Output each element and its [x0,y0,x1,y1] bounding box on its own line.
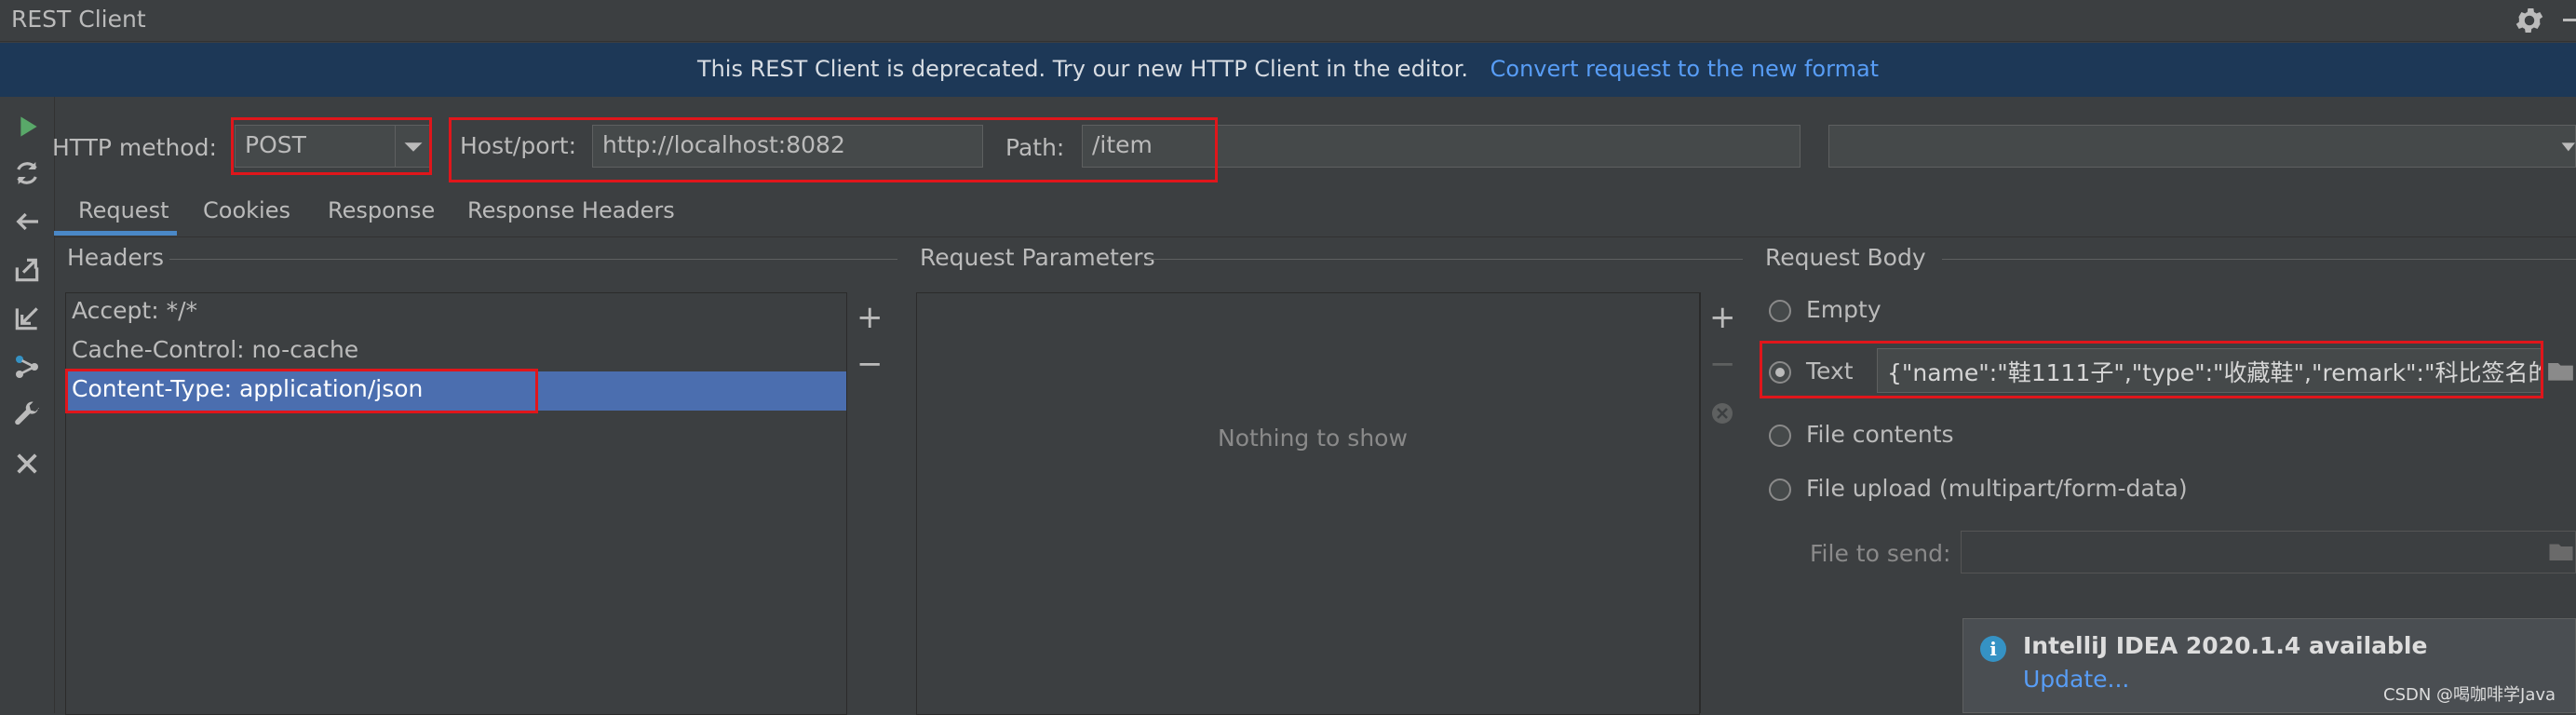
http-method-select[interactable]: POST [235,125,432,168]
folder-icon[interactable] [2547,537,2575,565]
path-label: Path: [1005,134,1065,161]
add-param-button[interactable]: + [1709,302,1736,333]
info-icon: i [1980,636,2006,662]
http-method-value: POST [245,131,306,158]
tab-request[interactable]: Request [78,197,169,223]
radio-text-label: Text [1806,358,1854,384]
deprecation-banner: This REST Client is deprecated. Try our … [0,43,2576,97]
graph-icon[interactable] [12,352,42,382]
active-tab-indicator [54,231,177,236]
radio-file-upload-label: File upload (multipart/form-data) [1806,475,2188,502]
tab-cookies[interactable]: Cookies [203,197,290,223]
folder-icon[interactable] [2545,356,2576,385]
file-to-send-label: File to send: [1810,540,1951,567]
headers-title: Headers [67,244,165,271]
radio-empty-label: Empty [1806,296,1881,323]
minimize-icon[interactable] [2563,19,2576,21]
list-item[interactable]: Content-Type: application/json [66,371,846,411]
radio-file-contents-label: File contents [1806,421,1954,448]
empty-state-text: Nothing to show [1218,425,1408,452]
close-icon[interactable] [12,449,42,479]
radio-text[interactable] [1769,361,1791,384]
file-to-send-input[interactable] [1961,531,2576,573]
headers-list: Accept: */* Cache-Control: no-cache Cont… [65,292,847,715]
body-divider [1942,259,2576,260]
refresh-icon[interactable] [12,158,42,188]
headers-divider [169,259,897,260]
add-header-button[interactable]: + [856,302,883,333]
params-divider [1147,259,1743,260]
params-list [916,292,1700,715]
tab-response[interactable]: Response [328,197,435,223]
convert-request-link[interactable]: Convert request to the new format [1490,56,1879,82]
import-icon[interactable] [12,304,42,333]
http-method-label: HTTP method: [52,134,217,161]
chevron-down-icon[interactable] [395,126,431,167]
list-item[interactable]: Accept: */* [66,293,846,332]
notification-title: IntelliJ IDEA 2020.1.4 available [2023,632,2428,659]
list-item[interactable]: Cache-Control: no-cache [66,332,846,371]
host-port-input[interactable]: http://localhost:8082 [592,125,983,168]
run-icon[interactable] [12,112,42,142]
left-toolbar [0,97,55,713]
chevron-down-icon[interactable] [2558,126,2575,167]
title-bar: REST Client [0,0,2576,42]
radio-file-upload[interactable] [1769,479,1791,501]
gear-icon[interactable] [2513,4,2546,37]
params-title: Request Parameters [920,244,1155,271]
radio-file-contents[interactable] [1769,425,1791,447]
export-icon[interactable] [12,255,42,285]
radio-empty[interactable] [1769,300,1791,322]
host-port-label: Host/port: [460,132,577,159]
watermark: CSDN @喝咖啡学Java [2383,685,2556,705]
extra-select[interactable] [1828,125,2576,168]
tab-bar: Request Cookies Response Response Header… [54,186,2576,237]
settings-wrench-icon[interactable] [12,400,42,430]
body-title: Request Body [1765,244,1926,271]
banner-message: This REST Client is deprecated. Try our … [696,56,1468,82]
body-text-input[interactable]: {"name":"鞋1111子","type":"收藏鞋","remark":"… [1877,348,2542,393]
back-icon[interactable] [12,207,42,236]
clear-icon[interactable] [1711,402,1733,425]
window-title: REST Client [11,6,146,33]
tab-response-headers[interactable]: Response Headers [467,197,675,223]
update-link[interactable]: Update... [2023,666,2129,693]
remove-header-button[interactable]: − [856,348,883,380]
remove-param-button[interactable]: − [1709,348,1736,380]
path-input[interactable]: /item [1082,125,1801,168]
